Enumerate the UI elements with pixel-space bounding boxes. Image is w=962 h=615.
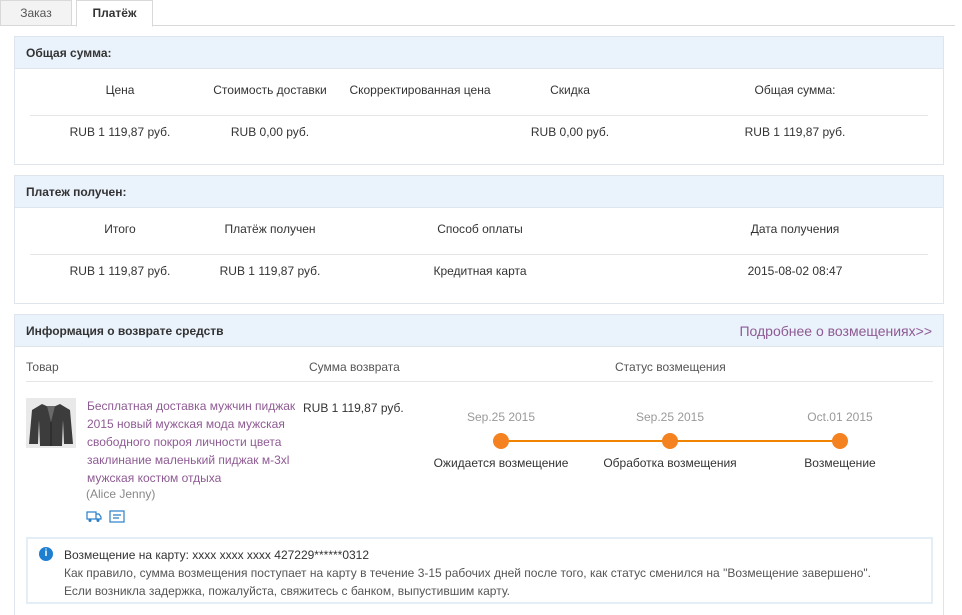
- received-header-method: Способ оплаты: [437, 222, 523, 236]
- notice-card-label: Возмещение на карту:: [64, 548, 189, 562]
- received-header-paid: Платёж получен: [224, 222, 316, 236]
- truck-icon[interactable]: [86, 510, 102, 523]
- refund-card-notice: i Возмещение на карту: xxxx xxxx xxxx 42…: [26, 537, 933, 604]
- refund-step-dot-1: [493, 433, 509, 449]
- received-header-row: Итого Платёж получен Способ оплаты Дата …: [30, 208, 928, 255]
- refund-step-label-1: Ожидается возмещение: [433, 456, 569, 470]
- refund-col-status: Статус возмещения: [615, 360, 726, 374]
- tab-bar: Заказ Платёж: [0, 0, 955, 27]
- received-value-total: RUB 1 119,87 руб.: [69, 264, 171, 278]
- refund-header-divider: [26, 381, 933, 382]
- message-icon[interactable]: [109, 510, 125, 523]
- tab-payment[interactable]: Платёж: [76, 0, 153, 27]
- product-title-link[interactable]: Бесплатная доставка мужчин пиджак 2015 н…: [87, 397, 301, 487]
- received-panel-title: Платеж получен:: [15, 176, 943, 208]
- total-value-sum: RUB 1 119,87 руб.: [744, 125, 846, 139]
- info-icon: i: [39, 547, 53, 561]
- refund-step-date-1: Sep.25 2015: [466, 410, 536, 424]
- total-value-discount: RUB 0,00 руб.: [530, 125, 610, 139]
- jacket-image: [26, 398, 76, 448]
- total-header-sum: Общая сумма:: [754, 83, 836, 97]
- received-header-date: Дата получения: [750, 222, 840, 236]
- total-panel: Общая сумма: Цена Стоимость доставки Ско…: [14, 36, 944, 165]
- received-panel: Платеж получен: Итого Платёж получен Спо…: [14, 175, 944, 304]
- total-header-adjusted: Скорректированная цена: [349, 83, 491, 97]
- notice-line-card: Возмещение на карту: xxxx xxxx xxxx 4272…: [64, 546, 931, 564]
- total-header-price: Цена: [105, 83, 135, 97]
- total-header-shipping: Стоимость доставки: [213, 83, 327, 97]
- product-thumbnail[interactable]: [26, 398, 76, 448]
- received-value-date: 2015-08-02 08:47: [747, 264, 843, 278]
- total-header-discount: Скидка: [550, 83, 590, 97]
- total-value-shipping: RUB 0,00 руб.: [230, 125, 310, 139]
- received-value-paid: RUB 1 119,87 руб.: [219, 264, 321, 278]
- received-header-total: Итого: [104, 222, 136, 236]
- total-value-price: RUB 1 119,87 руб.: [69, 125, 171, 139]
- refund-step-label-2: Обработка возмещения: [603, 456, 737, 470]
- received-value-method: Кредитная карта: [433, 264, 527, 278]
- notice-line-contact: Если возникла задержка, пожалуйста, свяж…: [64, 584, 510, 598]
- refund-step-dot-3: [832, 433, 848, 449]
- refund-col-amount: Сумма возврата: [309, 360, 400, 374]
- refund-step-dot-2: [662, 433, 678, 449]
- refund-panel-title: Информация о возврате средств Подробнее …: [15, 315, 943, 347]
- seller-name[interactable]: (Alice Jenny): [86, 487, 155, 501]
- total-panel-title: Общая сумма:: [15, 37, 943, 69]
- refund-amount: RUB 1 119,87 руб.: [303, 401, 404, 415]
- refund-step-date-2: Sep.25 2015: [635, 410, 705, 424]
- refund-step-label-3: Возмещение: [804, 456, 876, 470]
- refund-step-date-3: Oct.01 2015: [807, 410, 873, 424]
- total-header-row: Цена Стоимость доставки Скорректированна…: [30, 69, 928, 116]
- refund-title-text: Информация о возврате средств: [26, 324, 224, 338]
- refund-col-product: Товар: [26, 360, 59, 374]
- notice-line-timing: Как правило, сумма возмещения поступает …: [64, 566, 872, 580]
- notice-card-number: xxxx xxxx xxxx 427229******0312: [192, 548, 370, 562]
- refund-panel: Информация о возврате средств Подробнее …: [14, 314, 944, 615]
- tab-order[interactable]: Заказ: [0, 0, 72, 26]
- refund-more-link[interactable]: Подробнее о возмещениях>>: [739, 315, 932, 347]
